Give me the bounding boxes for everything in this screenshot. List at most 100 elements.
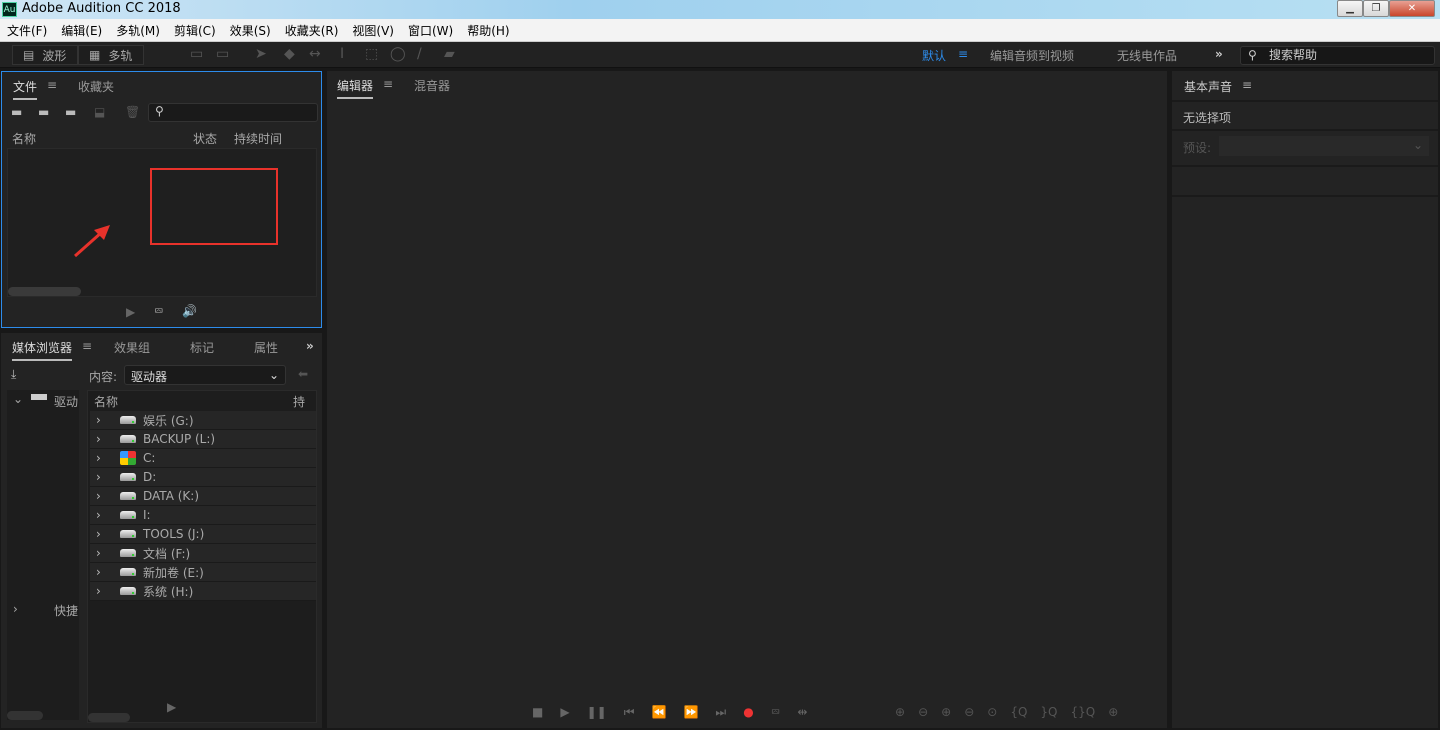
zoom-out-point-icon[interactable]: }Q: [1040, 705, 1057, 719]
expand-icon[interactable]: ›: [96, 451, 104, 465]
tree-expand-icon[interactable]: ⌄: [13, 392, 23, 406]
preset-dropdown[interactable]: ⌄: [1219, 136, 1429, 156]
menu-help[interactable]: 帮助(H): [460, 22, 516, 39]
column-name[interactable]: 名称: [12, 130, 36, 147]
tab-properties[interactable]: 属性: [254, 339, 278, 356]
media-panel-menu-icon[interactable]: ≡: [82, 339, 92, 353]
pause-icon[interactable]: ❚❚: [587, 705, 607, 720]
files-panel-menu-icon[interactable]: ≡: [47, 78, 57, 92]
drive-row[interactable]: › D:: [90, 468, 316, 487]
workspace-radio[interactable]: 无线电作品: [1117, 47, 1177, 64]
list-scrollbar[interactable]: [88, 713, 130, 722]
workspace-menu-icon[interactable]: ≡: [958, 47, 968, 61]
expand-icon[interactable]: ›: [96, 413, 104, 427]
drive-row[interactable]: › TOOLS (J:): [90, 525, 316, 544]
move-tool-icon[interactable]: ➤: [255, 46, 267, 62]
workspace-edit-audio-to-video[interactable]: 编辑音频到视频: [990, 47, 1074, 64]
brush-icon[interactable]: /: [417, 46, 422, 62]
drive-row[interactable]: › I:: [90, 506, 316, 525]
tree-collapse-icon[interactable]: ›: [13, 602, 18, 616]
content-dropdown[interactable]: 驱动器 ⌄: [124, 365, 286, 385]
expand-icon[interactable]: ›: [96, 584, 104, 598]
open-folder-icon[interactable]: ▬: [11, 105, 22, 119]
drive-row[interactable]: › BACKUP (L:): [90, 430, 316, 449]
rewind-icon[interactable]: ⏪: [652, 705, 667, 720]
restore-button[interactable]: ❐: [1363, 0, 1389, 17]
help-search-input[interactable]: ⚲ 搜索帮助: [1240, 46, 1435, 65]
skip-start-icon[interactable]: ⏮: [624, 705, 635, 720]
zoom-full-icon[interactable]: ⊙: [987, 705, 997, 719]
expand-icon[interactable]: ›: [96, 546, 104, 560]
time-selection-icon[interactable]: I: [340, 46, 344, 62]
marquee-icon[interactable]: ⬚: [365, 46, 378, 62]
expand-icon[interactable]: ›: [96, 470, 104, 484]
menu-clip[interactable]: 剪辑(C): [167, 22, 223, 39]
zoom-out-time-icon[interactable]: ⊖: [964, 705, 974, 719]
skip-end-icon[interactable]: ⏭: [715, 705, 726, 720]
expand-icon[interactable]: ›: [96, 432, 104, 446]
minimize-button[interactable]: ▁: [1337, 0, 1363, 17]
delete-icon[interactable]: 🗑: [125, 105, 140, 119]
column-name[interactable]: 名称: [94, 393, 118, 410]
menu-multitrack[interactable]: 多轨(M): [109, 22, 167, 39]
pitch-icon[interactable]: ▭: [216, 46, 229, 62]
healing-icon[interactable]: ▰: [444, 46, 455, 62]
zoom-in-amplitude-icon[interactable]: ⊕: [895, 705, 905, 719]
essential-sound-menu-icon[interactable]: ≡: [1242, 78, 1252, 92]
loop-icon[interactable]: ⮹: [771, 705, 781, 720]
drive-list[interactable]: 名称 持续 ›娱乐 (G:)›BACKUP (L:)›C:›D:›DATA (K…: [87, 390, 317, 723]
slip-tool-icon[interactable]: ↔: [309, 46, 321, 62]
zoom-out-amplitude-icon[interactable]: ⊖: [918, 705, 928, 719]
more-workspaces-icon[interactable]: »: [1215, 47, 1223, 61]
menu-view[interactable]: 视图(V): [345, 22, 401, 39]
editor-menu-icon[interactable]: ≡: [383, 77, 393, 91]
autoplay-speaker-icon[interactable]: 🔊: [182, 304, 197, 318]
column-duration[interactable]: 持续时间: [234, 130, 282, 147]
expand-icon[interactable]: ›: [96, 489, 104, 503]
menu-edit[interactable]: 编辑(E): [54, 22, 109, 39]
spectral-icon[interactable]: ▭: [190, 46, 203, 62]
tab-files[interactable]: 文件: [13, 78, 38, 100]
menu-favorites[interactable]: 收藏夹(R): [278, 22, 346, 39]
tree-shortcuts[interactable]: 快捷: [54, 602, 78, 619]
expand-icon[interactable]: ›: [96, 565, 104, 579]
drive-row[interactable]: › 娱乐 (G:): [90, 411, 316, 430]
tree-drives[interactable]: 驱动: [54, 393, 78, 410]
tab-media-browser[interactable]: 媒体浏览器: [12, 339, 73, 361]
workspace-default[interactable]: 默认: [922, 47, 946, 64]
new-file-icon[interactable]: ▬: [65, 105, 76, 119]
multitrack-button[interactable]: ▦ 多轨: [78, 45, 144, 65]
razor-tool-icon[interactable]: ◆: [284, 46, 295, 62]
zoom-in-time-icon[interactable]: ⊕: [941, 705, 951, 719]
tab-favorites[interactable]: 收藏夹: [78, 78, 114, 95]
drive-row[interactable]: › C:: [90, 449, 316, 468]
zoom-all-tracks-icon[interactable]: ⊕: [1108, 705, 1118, 719]
menu-window[interactable]: 窗口(W): [401, 22, 460, 39]
menu-effects[interactable]: 效果(S): [223, 22, 278, 39]
files-search-input[interactable]: ⚲: [148, 103, 318, 122]
stop-icon[interactable]: ■: [532, 705, 543, 720]
expand-icon[interactable]: ›: [96, 508, 104, 522]
waveform-button[interactable]: ▤ 波形: [12, 45, 78, 65]
lasso-icon[interactable]: ◯: [390, 46, 406, 62]
more-tabs-icon[interactable]: »: [306, 339, 314, 353]
tree-scrollbar[interactable]: [7, 711, 43, 720]
play-icon[interactable]: ▶: [560, 705, 569, 720]
play-icon[interactable]: ▶: [126, 305, 135, 319]
zoom-in-point-icon[interactable]: {Q: [1010, 705, 1027, 719]
menu-file[interactable]: 文件(F): [0, 22, 54, 39]
tab-mixer[interactable]: 混音器: [414, 77, 450, 94]
zoom-selection-icon[interactable]: {}Q: [1071, 705, 1096, 719]
column-status[interactable]: 状态: [193, 130, 217, 147]
drive-row[interactable]: › 文档 (F:): [90, 544, 316, 563]
import-icon[interactable]: ▬: [38, 105, 49, 119]
play-icon[interactable]: ▶: [167, 700, 176, 714]
drive-row[interactable]: › 新加卷 (E:): [90, 563, 316, 582]
close-button[interactable]: ✕: [1389, 0, 1435, 17]
tab-editor[interactable]: 编辑器: [337, 77, 374, 99]
drive-row[interactable]: › 系统 (H:): [90, 582, 316, 601]
fast-forward-icon[interactable]: ⏩: [683, 705, 698, 720]
expand-icon[interactable]: ›: [96, 527, 104, 541]
tab-markers[interactable]: 标记: [190, 339, 214, 356]
drive-row[interactable]: › DATA (K:): [90, 487, 316, 506]
